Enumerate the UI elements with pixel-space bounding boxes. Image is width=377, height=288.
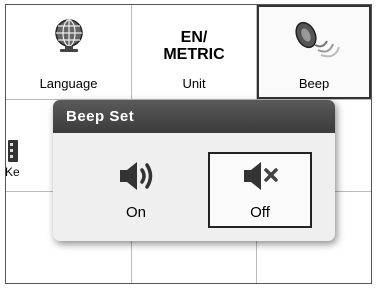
keyboard-icon	[8, 140, 18, 167]
globe-icon	[52, 18, 86, 59]
dialog-title: Beep Set	[53, 100, 335, 133]
keyboard-label: Ke	[5, 165, 20, 179]
unit-tile[interactable]: EN/ METRIC Unit	[132, 5, 256, 99]
unit-title: EN/ METRIC	[132, 29, 256, 63]
on-label: On	[125, 204, 146, 221]
beep-set-dialog: Beep Set On Off	[53, 100, 335, 241]
off-label: Off	[250, 204, 270, 221]
beep-label: Beep	[298, 76, 330, 91]
speaker-beep-icon	[291, 19, 341, 68]
speaker-mute-icon	[242, 160, 280, 197]
beep-on-option[interactable]: On	[84, 152, 188, 228]
language-label: Language	[39, 76, 98, 91]
unit-title-line1: EN/	[180, 29, 208, 46]
beep-off-option[interactable]: Off	[208, 152, 312, 228]
beep-tile[interactable]: Beep	[257, 5, 371, 99]
language-tile[interactable]: Language	[6, 5, 131, 99]
speaker-on-icon	[118, 160, 156, 197]
unit-label: Unit	[182, 76, 206, 91]
unit-title-line2: METRIC	[163, 46, 225, 63]
